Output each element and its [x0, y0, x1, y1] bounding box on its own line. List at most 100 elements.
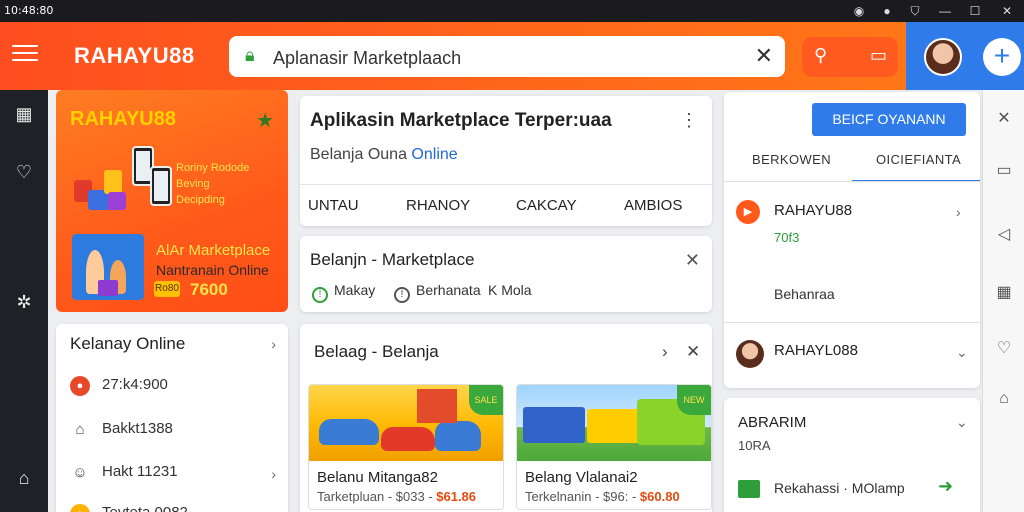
wallet-icon	[738, 480, 760, 498]
app-header: RAHAYU88 🔒︎ Aplanasir Marketplaach ✕ ⚲ ▭…	[0, 22, 1024, 90]
back-icon[interactable]: ◁	[993, 224, 1015, 246]
online-list-header[interactable]: Kelanay Online	[70, 334, 185, 354]
list-item-label: Tevteta 0082	[102, 504, 188, 512]
chevron-right-icon[interactable]: ›	[662, 342, 668, 362]
account-name: RAHAYU88	[774, 202, 853, 219]
close-window-icon[interactable]: ✕	[998, 2, 1016, 20]
list-item[interactable]: ☺ Hakt 11231	[70, 461, 270, 485]
option-label: K Mola	[488, 282, 532, 298]
option-label: Berhanata	[416, 282, 481, 298]
grid-icon[interactable]: ▦	[12, 102, 36, 126]
online-list: Kelanay Online › ● 27:k4:900 ⌂ Bakkt1388…	[56, 324, 288, 512]
user-icon: ☺	[70, 463, 90, 483]
heart-icon[interactable]: ♡	[12, 160, 36, 184]
promo-line: Roriny Rodode	[176, 162, 250, 174]
new-tag: NEW	[677, 385, 711, 415]
close-icon[interactable]: ✕	[685, 250, 700, 271]
product-tile[interactable]: NEW Belang Vlalanai2 Terkelnanin - $96: …	[516, 384, 712, 510]
promo-line: Beving	[176, 178, 210, 190]
main-card: Aplikasin Marketplace Terper:uaa ⋮ Belan…	[300, 96, 712, 226]
tab-oiciefianta[interactable]: OICIEFIANTA	[876, 152, 961, 167]
search-button[interactable]: ⚲ ▭	[802, 37, 898, 77]
promo-banner[interactable]: RAHAYU88 ★ Roriny Rodode Beving Decipdin…	[56, 90, 288, 312]
title-bar: 10:48:80 ◉ ● ⛉ — ☐ ✕	[0, 0, 1024, 22]
right-rail: ✕ ▭ ◁ ▦ ♡ ⌂	[982, 90, 1024, 512]
home-icon[interactable]: ⌂	[12, 466, 36, 490]
product-price: $61.86	[436, 489, 477, 504]
option-berhanata[interactable]: ! Berhanata	[394, 282, 481, 303]
promo-brand: RAHAYU88	[70, 108, 176, 130]
subtitle-highlight: Online	[411, 146, 458, 163]
promo-price: 7600	[190, 280, 228, 299]
settings-icon[interactable]: ✲	[12, 290, 36, 314]
option-kmola[interactable]: K Mola	[488, 282, 532, 298]
product-desc: Terkelnanin - $96: - $60.80	[525, 489, 680, 504]
shield-icon[interactable]: ⛉	[906, 2, 924, 20]
add-button[interactable]: +	[983, 38, 1021, 76]
tab-berkowen[interactable]: BERKOWEN	[752, 152, 831, 167]
folder-icon[interactable]: ▭	[993, 160, 1015, 182]
lock-icon: 🔒︎	[245, 45, 255, 65]
chat-icon: ▭	[870, 45, 888, 65]
house-icon[interactable]: ⌂	[993, 388, 1015, 410]
chevron-down-icon[interactable]: ⌄	[956, 414, 968, 431]
option-makay[interactable]: ! Makay	[312, 282, 375, 303]
chevron-right-icon[interactable]: ›	[271, 336, 276, 352]
arrow-right-icon[interactable]: ➜	[938, 476, 953, 497]
calendar-icon[interactable]: ▦	[993, 282, 1015, 304]
product-title: Belang Vlalanai2	[525, 469, 638, 486]
chevron-down-icon[interactable]: ⌄	[956, 344, 968, 361]
product-tile[interactable]: SALE Belanu Mitanga82 Tarketpluan - $033…	[308, 384, 504, 510]
belanja-card: Belaag - Belanja › ✕ SALE Belanu Mitanga…	[300, 324, 712, 512]
chevron-right-icon[interactable]: ›	[271, 466, 276, 482]
menu-icon[interactable]	[12, 45, 38, 65]
star-icon[interactable]: ★	[256, 108, 274, 133]
belanja-title: Belaag - Belanja	[314, 342, 439, 361]
tab-cakcay[interactable]: CAKCAY	[516, 197, 577, 214]
promo-line: Decipding	[176, 194, 225, 206]
clock: 10:48:80	[4, 4, 54, 17]
avatar[interactable]	[924, 38, 962, 76]
list-item[interactable]: ⌂ Bakkt1388	[70, 418, 270, 442]
maximize-icon[interactable]: ☐	[966, 2, 984, 20]
marketplace-card: Belanjn - Marketplace ✕ ! Makay ! Berhanat…	[300, 236, 712, 312]
account-name: RAHAYL088	[774, 342, 858, 359]
option-label: Makay	[334, 282, 376, 298]
list-item-label: Bakkt1388	[102, 420, 173, 437]
search-icon: ⚲	[814, 45, 828, 65]
left-rail: ▦ ♡ ✲ ⌂	[0, 90, 48, 512]
card-sub: 10RA	[738, 438, 771, 453]
page-subtitle: Belanja Ouna Online	[310, 146, 458, 164]
tab-untau[interactable]: UNTAU	[308, 197, 359, 214]
more-icon[interactable]: ⋮	[680, 110, 698, 131]
product-title: Belanu Mitanga82	[317, 469, 438, 486]
promo-subtitle: Nantranain Online	[156, 262, 269, 278]
divider	[724, 181, 980, 182]
record-icon[interactable]: ●	[878, 2, 896, 20]
github-icon[interactable]: ◉	[850, 2, 868, 20]
card-title: ABRARIM	[738, 414, 807, 431]
page-title: Aplikasin Marketplace Terper:uaa	[310, 110, 612, 131]
primary-action-button[interactable]: BEICF OYANANN	[812, 103, 966, 136]
chevron-right-icon[interactable]: ›	[956, 204, 961, 220]
shuffle-icon[interactable]: ✕	[993, 108, 1015, 130]
marketplace-title: Belanjn - Marketplace	[310, 250, 475, 269]
tab-rhanoy[interactable]: RHANOY	[406, 197, 470, 214]
minimize-icon[interactable]: —	[936, 2, 954, 20]
tab-ambios[interactable]: AMBIOS	[624, 197, 682, 214]
record-icon: ●	[70, 376, 90, 396]
abrarim-card: ABRARIM ⌄ 10RA Rekahassi · MOlamp ➜	[724, 398, 980, 512]
clear-search-icon[interactable]: ✕	[755, 43, 773, 69]
tab-bar: UNTAU RHANOY CAKCAY AMBIOS	[300, 184, 712, 224]
account-sub: 70f3	[774, 230, 800, 245]
bank-icon: ⌂	[70, 420, 90, 440]
search-value: Aplanasir Marketplaach	[273, 48, 462, 68]
heart-icon[interactable]: ♡	[993, 338, 1015, 360]
close-icon[interactable]: ✕	[686, 342, 700, 362]
promo-badge: Ro80	[154, 281, 180, 297]
product-desc-text: Terkelnanin - $96: -	[525, 489, 637, 504]
search-input[interactable]: 🔒︎ Aplanasir Marketplaach ✕	[229, 36, 785, 77]
list-item[interactable]: ● Tevteta 0082	[70, 502, 270, 512]
list-item[interactable]: ● 27:k4:900	[70, 374, 270, 398]
profile-area: +	[906, 22, 1024, 90]
